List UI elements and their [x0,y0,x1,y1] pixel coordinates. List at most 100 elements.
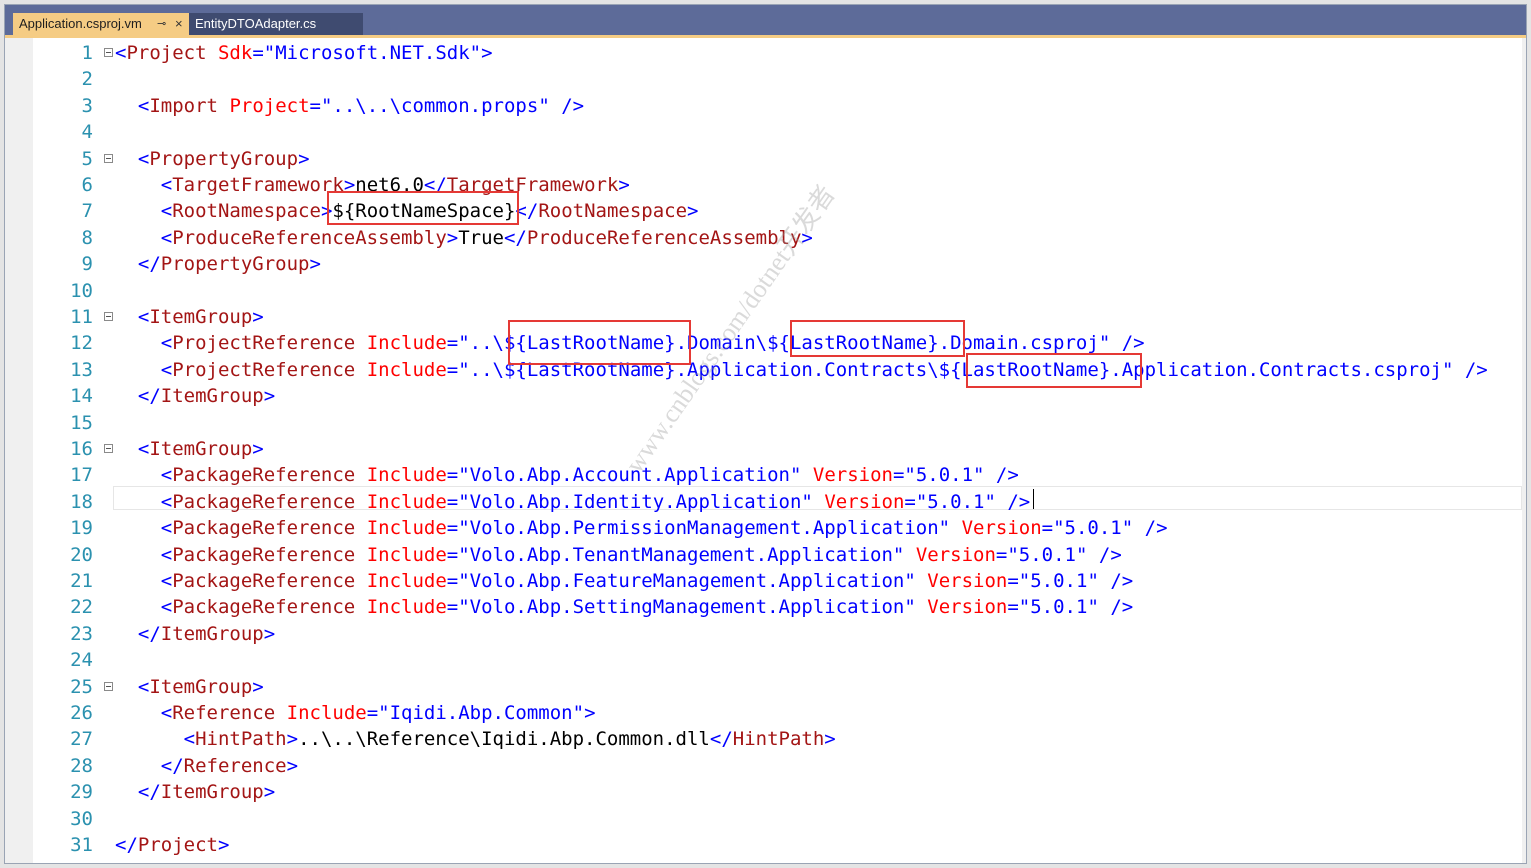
code-token: =" [904,490,928,513]
code-line[interactable]: 6 <TargetFramework>net6.0</TargetFramewo… [5,172,1520,198]
code-line[interactable]: 15 [5,410,1520,436]
line-number: 12 [70,332,93,355]
code-text: <PackageReference Include="Volo.Abp.Iden… [115,489,1030,515]
code-token: Include [366,543,447,566]
code-token: " /> [1076,543,1122,566]
collapse-icon[interactable] [104,153,113,163]
line-number: 29 [70,781,93,804]
code-token: 5.0.1 [927,490,985,513]
code-line[interactable]: 30 [5,806,1520,832]
code-line[interactable]: 23 </ItemGroup> [5,621,1520,647]
code-editor[interactable]: 1 <Project Sdk="Microsoft.NET.Sdk"> 2 3 <Im… [5,38,1526,863]
code-line[interactable]: 4 [5,119,1520,145]
code-line[interactable]: 31 </Project> [5,832,1520,858]
code-token: < [137,306,150,328]
code-token: </ [137,253,161,276]
code-token: "> [572,702,596,724]
code-token: Version [812,464,893,487]
highlight-box-rootnamespace [327,191,519,225]
line-number: 5 [81,147,93,170]
code-line[interactable]: 17 <PackageReference Include="Volo.Abp.A… [5,462,1520,488]
code-token: 5.0.1 [1018,543,1076,566]
collapse-icon[interactable] [104,444,113,453]
code-token: =" [446,332,470,355]
code-line[interactable]: 13 <ProjectReference Include="..\${LastR… [5,357,1520,383]
close-icon[interactable]: × [175,13,183,35]
code-line[interactable]: 19 <PackageReference Include="Volo.Abp.P… [5,515,1520,541]
code-token: ItemGroup [149,438,253,460]
code-token: =" [252,42,276,64]
code-line[interactable]: 20 <PackageReference Include="Volo.Abp.T… [5,542,1520,568]
code-token: > [824,728,836,751]
code-line[interactable]: 3 <Import Project="..\..\common.props" /… [5,93,1520,119]
code-line[interactable]: 16 <ItemGroup> [5,436,1520,462]
line-number: 21 [70,570,93,592]
code-line[interactable]: 29 </ItemGroup> [5,779,1520,805]
pin-icon[interactable]: ⊸ [157,13,166,35]
code-text: <PackageReference Include="Volo.Abp.Tena… [115,542,1122,568]
code-line[interactable]: 7 <RootNamespace>${RootNameSpace}</RootN… [5,198,1520,224]
code-line[interactable]: 12 <ProjectReference Include="..\${LastR… [5,330,1520,356]
code-text: <PackageReference Include="Volo.Abp.Feat… [115,568,1133,594]
code-token: =" [1007,570,1031,592]
code-line[interactable]: 25 <ItemGroup> [5,674,1520,700]
code-line[interactable]: 27 <HintPath>..\..\Reference\Iqidi.Abp.C… [5,726,1520,752]
code-token: PackageReference [172,570,356,592]
code-token: " [904,570,916,592]
code-line[interactable]: 28 </Reference> [5,753,1520,779]
code-token: < [160,517,173,540]
highlight-box-lastrootname-3 [966,353,1142,388]
code-token: 5.0.1 [1064,517,1122,540]
code-token: ..\..\Reference\Iqidi.Abp.Common.dll [298,728,710,751]
code-line[interactable]: 14 </ItemGroup> [5,383,1520,409]
code-text: </PropertyGroup> [115,251,321,277]
code-line[interactable]: 2 [5,66,1520,92]
code-text: <ItemGroup> [115,304,264,330]
code-token: Microsoft.NET.Sdk [275,42,470,64]
code-token: " [892,543,905,566]
code-token: " /> [1087,596,1134,619]
code-token: " [904,596,916,619]
code-text: </Reference> [115,753,298,779]
tab-entitydtoadapter-cs[interactable]: EntityDTOAdapter.cs [189,13,363,35]
code-line[interactable]: 18 <PackageReference Include="Volo.Abp.I… [5,489,1520,515]
code-text: </ItemGroup> [115,779,275,805]
code-line[interactable]: 26 <Reference Include="Iqidi.Abp.Common"… [5,700,1520,726]
code-token: < [183,728,196,751]
code-line[interactable]: 22 <PackageReference Include="Volo.Abp.S… [5,594,1520,620]
code-token: ProjectReference [172,332,356,355]
code-line[interactable]: 5 <PropertyGroup> [5,146,1520,172]
line-number: 3 [81,94,93,117]
highlight-box-lastrootname-2 [790,320,965,357]
code-text: <Project Sdk="Microsoft.NET.Sdk"> [115,40,493,66]
code-token: Include [286,702,367,724]
code-token: PropertyGroup [160,253,310,276]
code-line[interactable]: 24 [5,647,1520,673]
code-token: < [115,42,127,64]
code-token: " /> [984,490,1031,513]
line-number: 8 [81,226,93,249]
tab-application-csproj-vm[interactable]: Application.csproj.vm ⊸ × [13,13,189,35]
code-text: <ProduceReferenceAssembly>True</ProduceR… [115,225,813,251]
code-line[interactable]: 21 <PackageReference Include="Volo.Abp.F… [5,568,1520,594]
vertical-scrollbar[interactable] [1522,38,1526,863]
code-text: <Reference Include="Iqidi.Abp.Common"> [115,700,596,726]
line-number: 15 [70,411,93,434]
collapse-icon[interactable] [104,312,113,321]
code-line[interactable]: 1 <Project Sdk="Microsoft.NET.Sdk"> [5,40,1520,66]
collapse-icon[interactable] [104,48,113,57]
code-token: > [263,622,276,645]
code-text: <ItemGroup> [115,674,264,700]
collapse-icon[interactable] [104,681,113,691]
